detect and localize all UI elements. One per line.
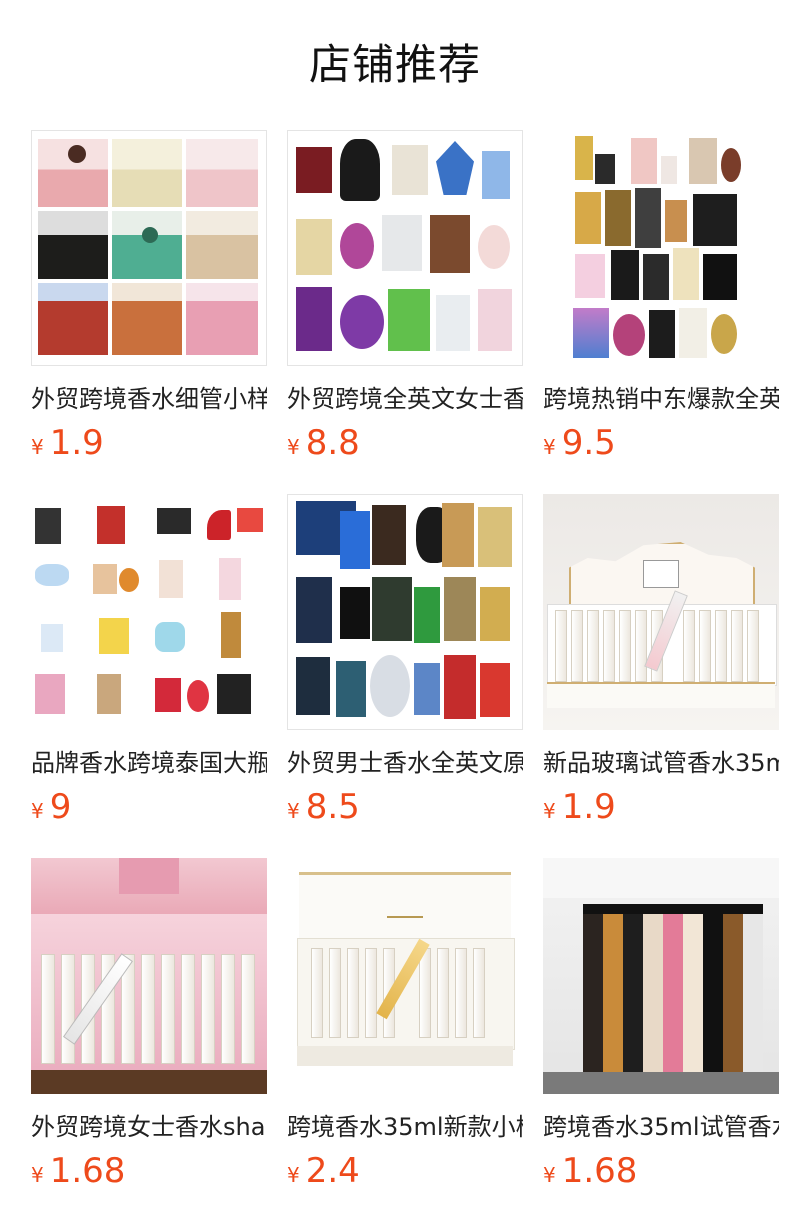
price-value: 9.5 bbox=[561, 423, 616, 463]
product-price: ¥1.68 bbox=[31, 1150, 267, 1192]
product-card[interactable]: 跨境香水35ml试管香水 ¥1.68 bbox=[543, 858, 779, 1192]
product-card[interactable]: 外贸跨境香水细管小样 ¥1.9 bbox=[31, 130, 267, 464]
currency-symbol: ¥ bbox=[287, 1163, 300, 1187]
product-card[interactable]: 品牌香水跨境泰国大瓶 ¥9 bbox=[31, 494, 267, 828]
product-card[interactable]: 新品玻璃试管香水35ml ¥1.9 bbox=[543, 494, 779, 828]
price-value: 1.9 bbox=[49, 423, 104, 463]
product-card[interactable]: 外贸跨境全英文女士香 ¥8.8 bbox=[287, 130, 523, 464]
currency-symbol: ¥ bbox=[287, 799, 300, 823]
currency-symbol: ¥ bbox=[31, 1163, 44, 1187]
product-card[interactable]: 外贸男士香水全英文原 ¥8.5 bbox=[287, 494, 523, 828]
page-title: 店铺推荐 bbox=[308, 39, 481, 89]
product-price: ¥9 bbox=[31, 786, 267, 828]
product-card[interactable]: 外贸跨境女士香水sha ¥1.68 bbox=[31, 858, 267, 1192]
product-title[interactable]: 新品玻璃试管香水35ml bbox=[543, 746, 779, 780]
currency-symbol: ¥ bbox=[31, 435, 44, 459]
product-title[interactable]: 品牌香水跨境泰国大瓶 bbox=[31, 746, 267, 780]
product-card[interactable]: 跨境热销中东爆款全英 ¥9.5 bbox=[543, 130, 779, 464]
price-value: 2.4 bbox=[305, 1151, 360, 1191]
brand-perfume-collage-image[interactable] bbox=[31, 494, 267, 730]
product-price: ¥8.8 bbox=[287, 422, 523, 464]
product-title[interactable]: 跨境热销中东爆款全英 bbox=[543, 382, 779, 416]
product-grid: 外贸跨境香水细管小样 ¥1.9 外贸跨境全英文女士香 ¥8.8 跨境热销中东爆款… bbox=[0, 122, 790, 1192]
womens-perfume-bottles-grid-image[interactable] bbox=[287, 130, 523, 366]
product-price: ¥1.9 bbox=[31, 422, 267, 464]
jadore-tube-box-image[interactable] bbox=[287, 858, 523, 1094]
currency-symbol: ¥ bbox=[543, 1163, 556, 1187]
mens-perfume-collage-image[interactable] bbox=[287, 494, 523, 730]
product-price: ¥9.5 bbox=[543, 422, 779, 464]
arabic-tube-perfume-image[interactable] bbox=[543, 858, 779, 1094]
product-title[interactable]: 跨境香水35ml新款小样 bbox=[287, 1110, 523, 1144]
currency-symbol: ¥ bbox=[287, 435, 300, 459]
pink-tara-tube-box-image[interactable] bbox=[31, 858, 267, 1094]
price-value: 8.5 bbox=[305, 787, 360, 827]
product-title[interactable]: 外贸男士香水全英文原 bbox=[287, 746, 523, 780]
middle-east-perfume-grid-image[interactable] bbox=[543, 130, 779, 366]
product-card[interactable]: 跨境香水35ml新款小样 ¥2.4 bbox=[287, 858, 523, 1192]
product-title[interactable]: 外贸跨境全英文女士香 bbox=[287, 382, 523, 416]
page-header: 店铺推荐 bbox=[0, 0, 790, 122]
currency-symbol: ¥ bbox=[31, 799, 44, 823]
price-value: 9 bbox=[49, 787, 72, 827]
glass-tube-perfume-box-image[interactable] bbox=[543, 494, 779, 730]
price-value: 8.8 bbox=[305, 423, 360, 463]
product-price: ¥1.68 bbox=[543, 1150, 779, 1192]
product-price: ¥8.5 bbox=[287, 786, 523, 828]
price-value: 1.9 bbox=[561, 787, 616, 827]
currency-symbol: ¥ bbox=[543, 435, 556, 459]
price-value: 1.68 bbox=[561, 1151, 638, 1191]
product-title[interactable]: 跨境香水35ml试管香水 bbox=[543, 1110, 779, 1144]
product-title[interactable]: 外贸跨境香水细管小样 bbox=[31, 382, 267, 416]
product-price: ¥1.9 bbox=[543, 786, 779, 828]
perfume-sample-boxes-grid-image[interactable] bbox=[31, 130, 267, 366]
currency-symbol: ¥ bbox=[543, 799, 556, 823]
product-price: ¥2.4 bbox=[287, 1150, 523, 1192]
product-title[interactable]: 外贸跨境女士香水sha bbox=[31, 1110, 267, 1144]
price-value: 1.68 bbox=[49, 1151, 126, 1191]
